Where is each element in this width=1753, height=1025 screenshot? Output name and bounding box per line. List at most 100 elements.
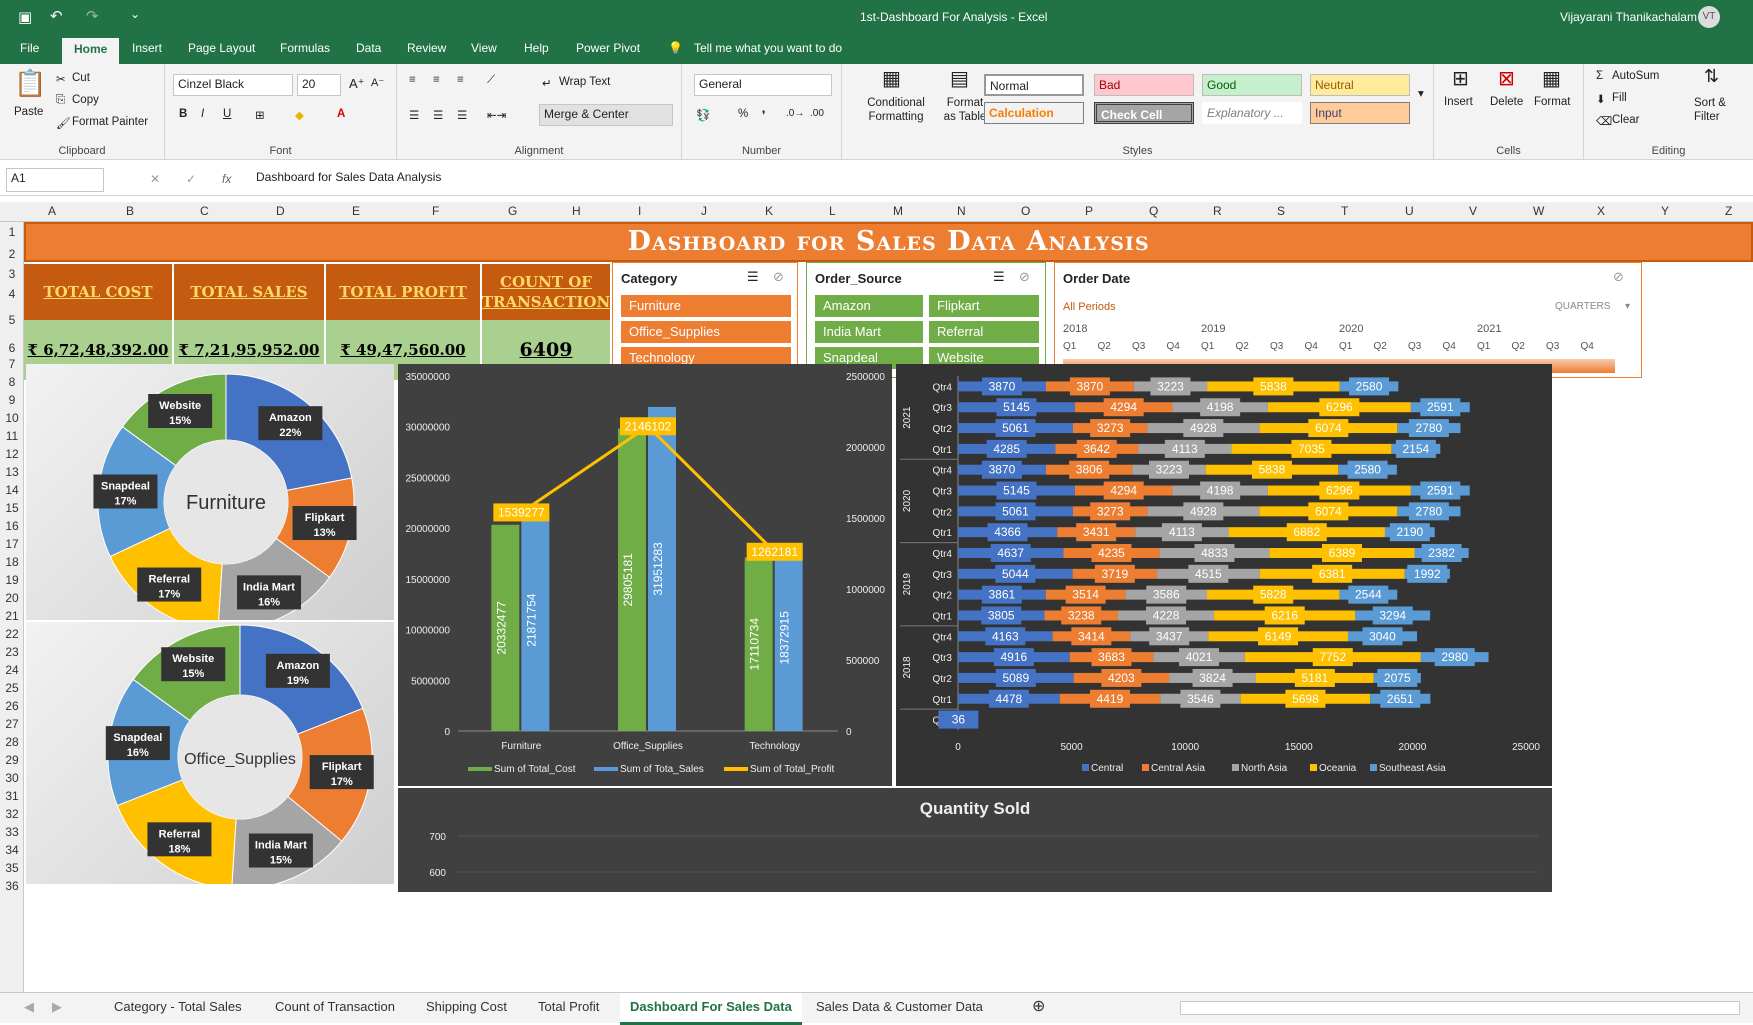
col-header[interactable]: A	[48, 204, 56, 218]
add-sheet-icon[interactable]: ⊕	[1032, 996, 1045, 1016]
slicer-item-office-supplies[interactable]: Office_Supplies	[621, 321, 791, 343]
col-header[interactable]: C	[200, 204, 209, 218]
format-cells-button[interactable]: Format	[1534, 96, 1570, 108]
col-header[interactable]: O	[1021, 204, 1030, 218]
tab-insert[interactable]: Insert	[132, 41, 162, 55]
timeline-quarter[interactable]: Q2	[1236, 341, 1249, 352]
clear-button[interactable]: Clear	[1612, 114, 1639, 126]
row-header[interactable]: 14	[0, 483, 24, 497]
col-header[interactable]: Y	[1661, 204, 1669, 218]
col-header[interactable]: B	[126, 204, 134, 218]
slicer-item-amazon[interactable]: Amazon	[815, 295, 923, 317]
style-input[interactable]: Input	[1310, 102, 1410, 124]
style-neutral[interactable]: Neutral	[1310, 74, 1410, 96]
decrease-font-icon[interactable]: A⁻	[371, 76, 384, 89]
wrap-text-icon[interactable]: ↵	[542, 76, 552, 90]
clear-icon[interactable]: ⌫	[1596, 114, 1612, 128]
format-as-table-icon[interactable]: ▤	[950, 66, 969, 91]
row-header[interactable]: 35	[0, 861, 24, 875]
format-painter-button[interactable]: Format Painter	[72, 116, 148, 128]
col-header[interactable]: Z	[1725, 204, 1732, 218]
currency-icon[interactable]: 💱	[696, 108, 710, 122]
conditional-formatting-icon[interactable]: ▦	[882, 66, 901, 91]
copy-icon[interactable]: ⎘	[56, 94, 65, 107]
tab-view[interactable]: View	[471, 41, 497, 55]
col-header[interactable]: K	[765, 204, 773, 218]
row-header[interactable]: 34	[0, 843, 24, 857]
font-size-select[interactable]: 20	[297, 74, 341, 96]
fill-icon[interactable]: ⬇	[1596, 92, 1606, 106]
font-color-icon[interactable]: A	[337, 108, 345, 120]
tell-me-search[interactable]: Tell me what you want to do	[694, 41, 842, 55]
timeline-quarter[interactable]: Q3	[1546, 341, 1559, 352]
col-header[interactable]: M	[893, 204, 903, 218]
paste-button[interactable]: Paste	[14, 106, 43, 118]
function-icon[interactable]: fx	[222, 172, 231, 186]
timeline-quarter[interactable]: Q4	[1305, 341, 1318, 352]
row-header[interactable]: 15	[0, 501, 24, 515]
format-as-table-button[interactable]: Format as Table	[942, 96, 988, 124]
col-header[interactable]: G	[508, 204, 517, 218]
timeline-quarter[interactable]: Q1	[1477, 341, 1490, 352]
timeline-quarter[interactable]: Q1	[1063, 341, 1076, 352]
wrap-text-button[interactable]: Wrap Text	[559, 76, 610, 88]
timeline-quarter[interactable]: Q4	[1443, 341, 1456, 352]
timeline-quarter[interactable]: Q3	[1270, 341, 1283, 352]
horizontal-scrollbar[interactable]	[1180, 1001, 1740, 1015]
timeline-level-select[interactable]: QUARTERS	[1555, 301, 1610, 312]
format-cells-icon[interactable]: ▦	[1542, 66, 1561, 91]
row-header[interactable]: 8	[0, 375, 24, 389]
col-header[interactable]: V	[1469, 204, 1477, 218]
tab-home[interactable]: Home	[62, 38, 120, 64]
row-header[interactable]: 25	[0, 681, 24, 695]
customize-qat-icon[interactable]: ⌄	[130, 7, 140, 21]
col-header[interactable]: E	[352, 204, 360, 218]
cut-icon[interactable]: ✂	[56, 72, 66, 86]
row-header[interactable]: 24	[0, 663, 24, 677]
save-icon[interactable]: ▣	[18, 8, 32, 26]
col-header[interactable]: N	[957, 204, 966, 218]
style-explanatory[interactable]: Explanatory ...	[1202, 102, 1302, 124]
cut-button[interactable]: Cut	[72, 72, 90, 84]
timeline-quarter[interactable]: Q4	[1581, 341, 1594, 352]
col-header[interactable]: I	[638, 204, 641, 218]
slicer-item-india-mart[interactable]: India Mart	[815, 321, 923, 343]
slicer-item-referral[interactable]: Referral	[929, 321, 1039, 343]
row-header[interactable]: 3	[0, 267, 24, 281]
row-header[interactable]: 32	[0, 807, 24, 821]
col-header[interactable]: R	[1213, 204, 1222, 218]
col-header[interactable]: L	[829, 204, 836, 218]
row-header[interactable]: 21	[0, 609, 24, 623]
row-header[interactable]: 1	[0, 225, 24, 239]
middle-align-icon[interactable]: ≡	[433, 74, 440, 86]
underline-icon[interactable]: U	[223, 108, 231, 120]
row-header[interactable]: 10	[0, 411, 24, 425]
decrease-decimal-icon[interactable]: .00	[810, 108, 824, 119]
increase-font-icon[interactable]: A⁺	[349, 76, 365, 92]
row-header[interactable]: 11	[0, 429, 24, 443]
undo-icon[interactable]: ↶	[50, 7, 63, 25]
col-header[interactable]: H	[572, 204, 581, 218]
delete-cells-icon[interactable]: ⊠	[1498, 66, 1515, 91]
insert-cells-button[interactable]: Insert	[1444, 96, 1473, 108]
name-box[interactable]: A1	[6, 168, 104, 192]
row-header[interactable]: 13	[0, 465, 24, 479]
percent-icon[interactable]: %	[738, 108, 748, 120]
clear-filter-icon[interactable]: ⊘	[773, 269, 784, 285]
col-header[interactable]: Q	[1149, 204, 1158, 218]
styles-more-icon[interactable]: ▾	[1418, 86, 1424, 100]
row-header[interactable]: 6	[0, 341, 24, 355]
italic-icon[interactable]: I	[201, 108, 204, 120]
row-header[interactable]: 19	[0, 573, 24, 587]
sheet-tab[interactable]: Sales Data & Customer Data	[816, 999, 983, 1014]
tab-page-layout[interactable]: Page Layout	[188, 41, 255, 55]
col-header[interactable]: T	[1341, 204, 1348, 218]
row-header[interactable]: 18	[0, 555, 24, 569]
slicer-item-flipkart[interactable]: Flipkart	[929, 295, 1039, 317]
autosum-button[interactable]: AutoSum	[1612, 70, 1659, 82]
col-header[interactable]: S	[1277, 204, 1285, 218]
timeline-quarter[interactable]: Q4	[1167, 341, 1180, 352]
sheet-tab-active[interactable]: Dashboard For Sales Data	[620, 993, 802, 1025]
col-header[interactable]: D	[276, 204, 285, 218]
kpi-total-profit-label[interactable]: TOTAL PROFIT	[326, 264, 480, 320]
